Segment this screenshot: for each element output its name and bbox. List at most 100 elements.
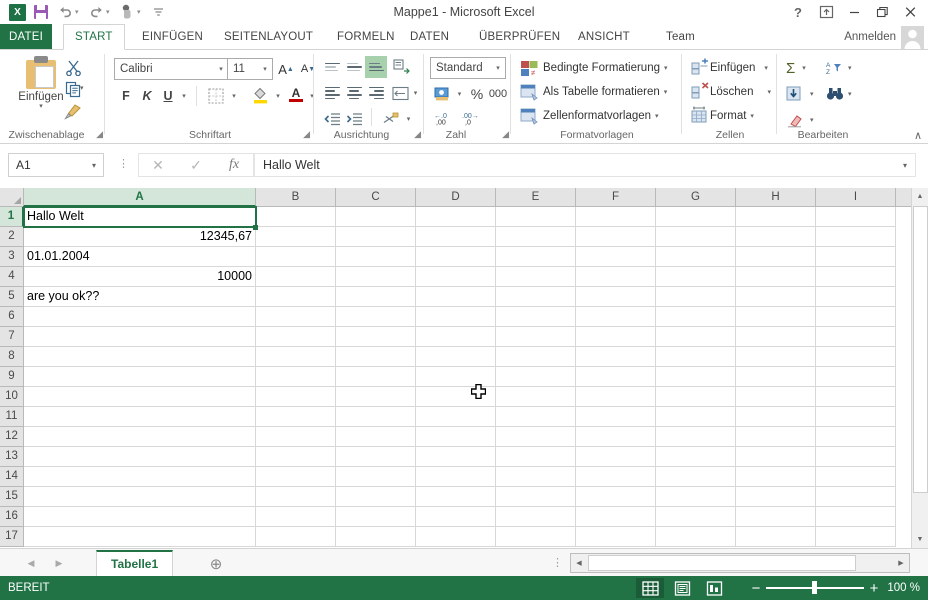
cell-h5[interactable] bbox=[736, 287, 816, 307]
paste-caret[interactable]: ▾ bbox=[39, 102, 43, 110]
cell-e6[interactable] bbox=[496, 307, 576, 327]
align-middle-button[interactable] bbox=[343, 56, 365, 78]
cell-e12[interactable] bbox=[496, 427, 576, 447]
cell-h16[interactable] bbox=[736, 507, 816, 527]
format-as-table-caret[interactable]: ▾ bbox=[664, 88, 668, 96]
tab-einfuegen[interactable]: EINFÜGEN bbox=[131, 24, 214, 50]
cell-h2[interactable] bbox=[736, 227, 816, 247]
cancel-entry-button[interactable]: ✕ bbox=[139, 154, 177, 176]
column-header-g[interactable]: G bbox=[656, 188, 736, 207]
cell-b9[interactable] bbox=[256, 367, 336, 387]
borders-button[interactable] bbox=[204, 85, 228, 107]
cell-a12[interactable] bbox=[24, 427, 256, 447]
cell-styles-caret[interactable]: ▾ bbox=[655, 112, 659, 120]
column-header-c[interactable]: C bbox=[336, 188, 416, 207]
cell-e13[interactable] bbox=[496, 447, 576, 467]
cell-e16[interactable] bbox=[496, 507, 576, 527]
scroll-down-button[interactable]: ▼ bbox=[912, 531, 928, 548]
cell-h17[interactable] bbox=[736, 527, 816, 547]
cell-c7[interactable] bbox=[336, 327, 416, 347]
cell-f8[interactable] bbox=[576, 347, 656, 367]
cell-g2[interactable] bbox=[656, 227, 736, 247]
cell-i9[interactable] bbox=[816, 367, 896, 387]
avatar[interactable] bbox=[901, 26, 924, 49]
cell-f7[interactable] bbox=[576, 327, 656, 347]
row-header-15[interactable]: 15 bbox=[0, 487, 24, 507]
cell-e3[interactable] bbox=[496, 247, 576, 267]
cell-g15[interactable] bbox=[656, 487, 736, 507]
horizontal-scroll-thumb[interactable] bbox=[588, 555, 856, 571]
row-header-3[interactable]: 3 bbox=[0, 247, 24, 267]
select-all-button[interactable] bbox=[0, 188, 24, 207]
cell-e17[interactable] bbox=[496, 527, 576, 547]
wrap-text-button[interactable] bbox=[389, 82, 411, 104]
expand-formula-bar-button[interactable]: ▾ bbox=[895, 161, 915, 170]
clipboard-dialog-launcher[interactable]: ◢ bbox=[96, 129, 103, 140]
cell-a2[interactable]: 12345,67 bbox=[24, 227, 256, 247]
cell-g9[interactable] bbox=[656, 367, 736, 387]
cell-g12[interactable] bbox=[656, 427, 736, 447]
cell-f9[interactable] bbox=[576, 367, 656, 387]
cell-h12[interactable] bbox=[736, 427, 816, 447]
cell-h11[interactable] bbox=[736, 407, 816, 427]
name-box-caret[interactable]: ▾ bbox=[85, 161, 103, 170]
cell-g5[interactable] bbox=[656, 287, 736, 307]
cell-b14[interactable] bbox=[256, 467, 336, 487]
cell-e2[interactable] bbox=[496, 227, 576, 247]
cell-b11[interactable] bbox=[256, 407, 336, 427]
cell-c13[interactable] bbox=[336, 447, 416, 467]
zoom-in-button[interactable]: + bbox=[864, 581, 884, 596]
cell-b17[interactable] bbox=[256, 527, 336, 547]
font-name-caret[interactable]: ▾ bbox=[214, 65, 228, 73]
cell-d5[interactable] bbox=[416, 287, 496, 307]
format-as-table-button[interactable]: Als Tabelle formatieren ▾ bbox=[520, 80, 667, 104]
zoom-out-button[interactable]: − bbox=[746, 581, 766, 596]
scroll-left-button[interactable]: ◀ bbox=[571, 554, 587, 572]
cell-f17[interactable] bbox=[576, 527, 656, 547]
cell-g6[interactable] bbox=[656, 307, 736, 327]
format-painter-button[interactable] bbox=[60, 100, 86, 122]
cell-i7[interactable] bbox=[816, 327, 896, 347]
increase-font-size-button[interactable]: A ▲ bbox=[276, 58, 296, 80]
cell-i1[interactable] bbox=[816, 207, 896, 227]
copy-caret[interactable]: ▾ bbox=[80, 84, 84, 92]
cell-a16[interactable] bbox=[24, 507, 256, 527]
fill-button[interactable]: ▾ bbox=[786, 82, 814, 106]
fill-color-button[interactable] bbox=[248, 84, 272, 106]
align-left-button[interactable] bbox=[321, 82, 343, 104]
cell-f5[interactable] bbox=[576, 287, 656, 307]
cell-d13[interactable] bbox=[416, 447, 496, 467]
insert-function-button[interactable]: fx bbox=[215, 154, 253, 176]
cell-e7[interactable] bbox=[496, 327, 576, 347]
cell-d4[interactable] bbox=[416, 267, 496, 287]
cell-b1[interactable] bbox=[256, 207, 336, 227]
row-header-9[interactable]: 9 bbox=[0, 367, 24, 387]
cell-f2[interactable] bbox=[576, 227, 656, 247]
borders-caret[interactable]: ▾ bbox=[228, 85, 240, 107]
column-header-i[interactable]: I bbox=[816, 188, 896, 207]
cell-h14[interactable] bbox=[736, 467, 816, 487]
cell-i15[interactable] bbox=[816, 487, 896, 507]
align-top-button[interactable] bbox=[321, 56, 343, 78]
cell-c12[interactable] bbox=[336, 427, 416, 447]
cell-i17[interactable] bbox=[816, 527, 896, 547]
collapse-ribbon-button[interactable]: ∧ bbox=[914, 129, 922, 142]
cell-g7[interactable] bbox=[656, 327, 736, 347]
cell-a6[interactable] bbox=[24, 307, 256, 327]
cell-i8[interactable] bbox=[816, 347, 896, 367]
tab-team[interactable]: Team bbox=[655, 24, 706, 50]
cell-e10[interactable] bbox=[496, 387, 576, 407]
help-button[interactable]: ? bbox=[784, 0, 812, 24]
tab-ueberpruefen[interactable]: ÜBERPRÜFEN bbox=[468, 24, 571, 50]
cell-d16[interactable] bbox=[416, 507, 496, 527]
cell-d2[interactable] bbox=[416, 227, 496, 247]
cell-i10[interactable] bbox=[816, 387, 896, 407]
column-header-b[interactable]: B bbox=[256, 188, 336, 207]
cell-c8[interactable] bbox=[336, 347, 416, 367]
increase-decimal-button[interactable]: ←.0,00 bbox=[432, 107, 458, 129]
page-layout-view-button[interactable] bbox=[668, 578, 696, 598]
cell-f12[interactable] bbox=[576, 427, 656, 447]
cell-d3[interactable] bbox=[416, 247, 496, 267]
thousands-separator-button[interactable]: 000 bbox=[487, 83, 509, 105]
cell-d17[interactable] bbox=[416, 527, 496, 547]
